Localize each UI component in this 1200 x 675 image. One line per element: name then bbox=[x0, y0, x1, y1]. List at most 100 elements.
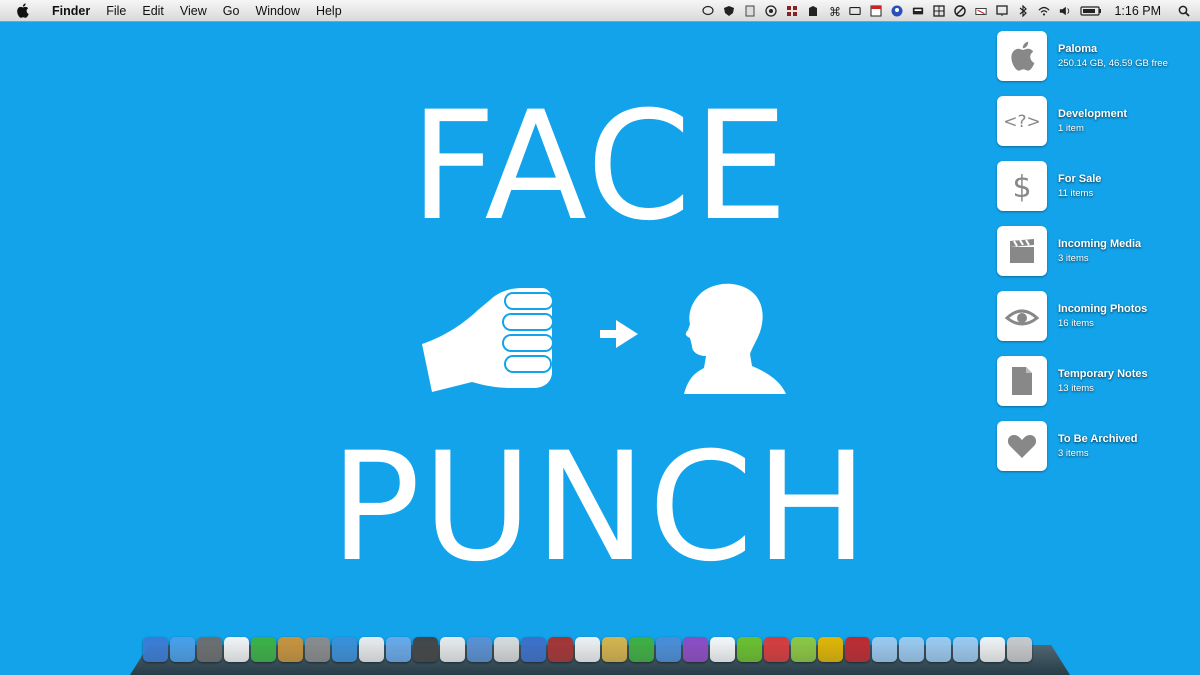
antenna-icon[interactable] bbox=[975, 5, 988, 17]
menu-window[interactable]: Window bbox=[247, 4, 307, 18]
desktop-item-detail: 3 items bbox=[1058, 448, 1089, 459]
desktop-item-incoming-photos[interactable]: Incoming Photos 16 items bbox=[997, 291, 1197, 343]
itunes-icon[interactable] bbox=[467, 637, 492, 662]
heart-icon bbox=[1007, 435, 1037, 458]
desktop-item-paloma[interactable]: Paloma 250.14 GB, 46.59 GB free bbox=[997, 31, 1197, 83]
grid-icon[interactable] bbox=[933, 4, 946, 17]
calendar-icon[interactable] bbox=[870, 5, 882, 17]
menu-bar: Finder File Edit View Go Window Help ⌘ 1… bbox=[0, 0, 1200, 22]
svg-text:⌘: ⌘ bbox=[829, 5, 840, 17]
desktop-item-name: For Sale bbox=[1058, 173, 1102, 185]
photos-icon[interactable] bbox=[494, 637, 519, 662]
facetime-icon[interactable] bbox=[305, 637, 330, 662]
display-icon[interactable] bbox=[996, 4, 1009, 17]
folder-icon[interactable] bbox=[872, 637, 897, 662]
wifi-icon[interactable] bbox=[1038, 5, 1051, 17]
cube-icon[interactable] bbox=[764, 637, 789, 662]
desktop-item-incoming-media[interactable]: Incoming Media 3 items bbox=[997, 226, 1197, 278]
menu-edit[interactable]: Edit bbox=[134, 4, 172, 18]
script-icon[interactable] bbox=[744, 5, 756, 17]
leaf-icon[interactable] bbox=[629, 637, 654, 662]
menu-clock[interactable]: 1:16 PM bbox=[1114, 4, 1161, 18]
menu-view[interactable]: View bbox=[172, 4, 215, 18]
grid-icon[interactable] bbox=[786, 5, 798, 17]
menu-help[interactable]: Help bbox=[308, 4, 350, 18]
battery-icon[interactable] bbox=[1080, 5, 1102, 17]
bluetooth-icon[interactable] bbox=[1017, 4, 1029, 17]
video-icon[interactable] bbox=[386, 637, 411, 662]
folder-tile[interactable] bbox=[997, 226, 1047, 276]
menu-go[interactable]: Go bbox=[215, 4, 248, 18]
airmail-icon[interactable] bbox=[359, 637, 384, 662]
desktop-item-name: To Be Archived bbox=[1058, 433, 1138, 445]
finder-icon[interactable] bbox=[143, 637, 168, 662]
box-icon[interactable] bbox=[278, 637, 303, 662]
folder-tile[interactable]: $ bbox=[997, 161, 1047, 211]
chrome-icon[interactable] bbox=[440, 637, 465, 662]
desktop-item-detail: 11 items bbox=[1058, 188, 1094, 199]
app-icon[interactable] bbox=[413, 637, 438, 662]
notes-stack-icon[interactable] bbox=[980, 637, 1005, 662]
fist-icon bbox=[422, 288, 554, 392]
desktop-item-name: Paloma bbox=[1058, 43, 1098, 55]
desktop-item-development[interactable]: <?> Development 1 item bbox=[997, 96, 1197, 148]
evernote-icon[interactable] bbox=[807, 5, 819, 17]
eye-icon bbox=[1005, 309, 1039, 326]
desktop-item-name: Incoming Media bbox=[1058, 238, 1142, 250]
desktop-item-detail: 3 items bbox=[1058, 253, 1089, 264]
desktop-item-name: Incoming Photos bbox=[1058, 303, 1148, 315]
pencil-icon[interactable] bbox=[521, 637, 546, 662]
evernote-icon[interactable] bbox=[737, 637, 762, 662]
menu-app-name[interactable]: Finder bbox=[40, 4, 98, 18]
folder-icon[interactable] bbox=[953, 637, 978, 662]
folder-tile[interactable]: <?> bbox=[997, 96, 1047, 146]
dollar-icon: $ bbox=[1012, 170, 1031, 202]
books-icon[interactable] bbox=[602, 637, 627, 662]
xcode-icon[interactable] bbox=[656, 637, 681, 662]
notes-icon[interactable] bbox=[710, 637, 735, 662]
downloads-icon[interactable] bbox=[251, 637, 276, 662]
safari-icon[interactable] bbox=[170, 637, 195, 662]
folder-tile[interactable] bbox=[997, 291, 1047, 341]
camera-icon[interactable] bbox=[849, 5, 862, 17]
game-icon[interactable] bbox=[683, 637, 708, 662]
desktop-item-detail: 16 items bbox=[1058, 318, 1094, 329]
desktop-item-for-sale[interactable]: $ For Sale 11 items bbox=[997, 161, 1197, 213]
dictionary-icon[interactable] bbox=[548, 637, 573, 662]
clapperboard-icon bbox=[1010, 239, 1034, 263]
arrow-right-icon bbox=[600, 320, 638, 348]
twitter-icon[interactable] bbox=[332, 637, 357, 662]
apple-icon bbox=[1011, 41, 1035, 71]
command-icon[interactable]: ⌘ bbox=[828, 5, 840, 17]
desktop-item-detail: 13 items bbox=[1058, 383, 1094, 394]
apple-menu-icon[interactable] bbox=[16, 3, 30, 19]
svg-text:$: $ bbox=[1012, 170, 1031, 202]
wallpaper-illustration bbox=[422, 283, 786, 394]
folder-icon[interactable] bbox=[899, 637, 924, 662]
folder-tile[interactable] bbox=[997, 356, 1047, 406]
stack-icon[interactable] bbox=[791, 637, 816, 662]
drive-tile[interactable] bbox=[997, 31, 1047, 81]
timer-icon[interactable] bbox=[954, 4, 967, 17]
volume-icon[interactable] bbox=[1059, 5, 1071, 17]
calendar-icon[interactable] bbox=[224, 637, 249, 662]
desktop-item-name: Temporary Notes bbox=[1058, 368, 1148, 380]
chat-icon[interactable] bbox=[702, 5, 715, 17]
keyboard-icon[interactable] bbox=[912, 5, 924, 17]
desktop-item-temporary-notes[interactable]: Temporary Notes 13 items bbox=[997, 356, 1197, 408]
shield-icon[interactable] bbox=[723, 5, 735, 17]
menu-file[interactable]: File bbox=[98, 4, 134, 18]
head-silhouette-icon bbox=[684, 283, 786, 394]
desktop-item-detail: 250.14 GB, 46.59 GB free bbox=[1058, 58, 1168, 69]
mission-control-icon[interactable] bbox=[197, 637, 222, 662]
folder-icon[interactable] bbox=[926, 637, 951, 662]
monitor-icon[interactable] bbox=[845, 637, 870, 662]
folder-tile[interactable] bbox=[997, 421, 1047, 471]
trash-icon[interactable] bbox=[1007, 637, 1032, 662]
stripes-icon[interactable] bbox=[818, 637, 843, 662]
user-icon[interactable] bbox=[891, 5, 903, 17]
aperture-icon[interactable] bbox=[765, 4, 778, 17]
preview-icon[interactable] bbox=[575, 637, 600, 662]
desktop-item-to-be-archived[interactable]: To Be Archived 3 items bbox=[997, 421, 1197, 473]
spotlight-icon[interactable] bbox=[1178, 5, 1190, 17]
